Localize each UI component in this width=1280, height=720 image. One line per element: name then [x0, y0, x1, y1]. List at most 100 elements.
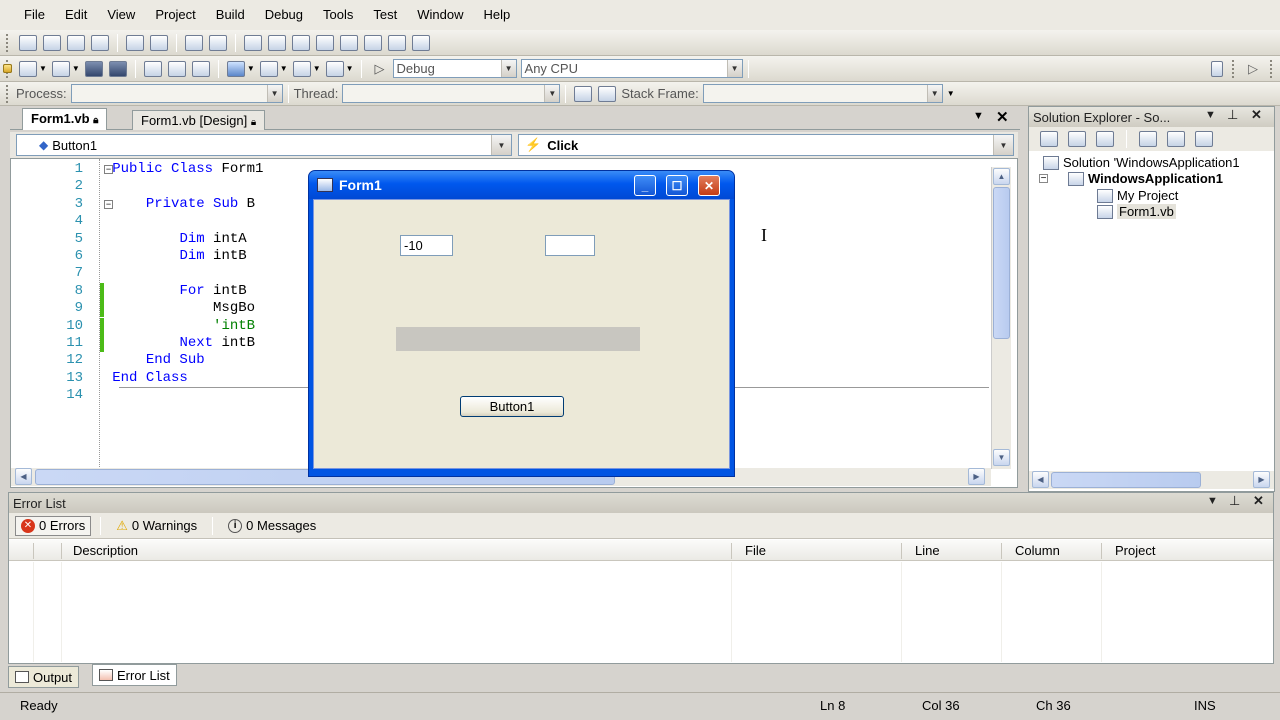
chevron-down-icon[interactable]: ▼: [993, 135, 1013, 155]
toolbar-options-icon[interactable]: [1211, 60, 1223, 77]
stack-frame-select[interactable]: ▼: [702, 84, 943, 103]
chevron-down-icon[interactable]: ▼: [346, 64, 354, 73]
tab-form1-design[interactable]: Form1.vb [Design] 🔒︎: [132, 110, 266, 130]
format-icon[interactable]: [340, 34, 358, 51]
navigate-backward-icon[interactable]: [292, 60, 311, 77]
scroll-left-icon[interactable]: ◀: [15, 468, 32, 485]
scroll-thumb[interactable]: [993, 187, 1010, 339]
find-in-files-icon[interactable]: [3, 64, 12, 73]
chevron-down-icon[interactable]: ▼: [247, 64, 255, 73]
redo-icon[interactable]: [259, 60, 278, 77]
align-lefts-icon[interactable]: [43, 34, 61, 51]
bring-to-front-icon[interactable]: [244, 34, 262, 51]
chevron-down-icon[interactable]: ▼: [266, 85, 282, 102]
tab-form1-vb[interactable]: Form1.vb 🔒︎: [22, 108, 108, 130]
tree-solution[interactable]: Solution 'WindowsApplication1: [1043, 155, 1240, 170]
minimize-icon[interactable]: _: [634, 175, 656, 196]
window-position-icon[interactable]: ▼: [1207, 495, 1218, 507]
column-file[interactable]: File: [745, 543, 766, 558]
toolbar-grip[interactable]: [6, 84, 10, 103]
align-centers-icon[interactable]: [67, 34, 85, 51]
menu-build[interactable]: Build: [206, 0, 255, 30]
toggle-flag-icon[interactable]: [574, 85, 593, 102]
column-project[interactable]: Project: [1115, 543, 1155, 558]
auto-hide-pin-icon[interactable]: ⊥: [1229, 493, 1240, 509]
flag-threads-icon[interactable]: [598, 85, 617, 102]
cut-icon[interactable]: [143, 60, 162, 77]
scroll-right-icon[interactable]: ▶: [968, 468, 985, 485]
auto-hide-pin-icon[interactable]: ⊥: [1227, 107, 1238, 123]
chevron-down-icon[interactable]: ▼: [726, 60, 742, 77]
tree-project[interactable]: − WindowsApplication1: [1039, 171, 1223, 186]
scroll-up-icon[interactable]: ▲: [993, 168, 1010, 185]
scroll-left-icon[interactable]: ◀: [1032, 471, 1049, 488]
chevron-down-icon[interactable]: ▼: [280, 64, 288, 73]
menu-project[interactable]: Project: [145, 0, 205, 30]
toolbar-options-icon[interactable]: ▼: [947, 89, 955, 98]
export-icon[interactable]: [388, 34, 406, 51]
scroll-down-icon[interactable]: ▼: [993, 449, 1010, 466]
button1[interactable]: Button1: [460, 396, 564, 417]
copy-icon[interactable]: [167, 60, 186, 77]
solution-explorer-horizontal-scrollbar[interactable]: ◀ ▶: [1029, 471, 1274, 489]
maximize-icon[interactable]: ☐: [666, 175, 688, 196]
start-debugging-icon[interactable]: ▷: [375, 61, 385, 77]
messages-filter-button[interactable]: i 0 Messages: [222, 516, 322, 536]
process-select[interactable]: ▼: [70, 84, 283, 103]
navigate-forward-icon[interactable]: [325, 60, 344, 77]
chevron-down-icon[interactable]: ▼: [491, 135, 511, 155]
new-project-icon[interactable]: [19, 60, 37, 77]
toolbar-grip[interactable]: [6, 33, 10, 52]
paste-icon[interactable]: [191, 60, 210, 77]
lock-controls-icon[interactable]: [316, 34, 334, 51]
solution-platform-select[interactable]: Any CPU ▼: [520, 59, 743, 78]
save-all-icon[interactable]: [108, 60, 127, 77]
menu-help[interactable]: Help: [473, 0, 520, 30]
textbox-input-1[interactable]: -10: [400, 235, 453, 256]
align-grid-icon[interactable]: [19, 34, 37, 51]
chevron-down-icon[interactable]: ▼: [544, 85, 560, 102]
collapse-icon[interactable]: −: [1039, 174, 1048, 184]
collapse-region-icon[interactable]: −: [104, 165, 113, 174]
class-diagram-icon[interactable]: [1195, 131, 1213, 147]
textbox-input-2[interactable]: [545, 235, 595, 256]
tree-item-form1[interactable]: Form1.vb: [1097, 204, 1176, 219]
menu-file[interactable]: File: [14, 0, 55, 30]
chevron-down-icon[interactable]: ▼: [500, 60, 516, 77]
class-name-select[interactable]: ◆ Button1 ▼: [16, 134, 512, 156]
column-column[interactable]: Column: [1015, 543, 1060, 558]
tab-order-icon[interactable]: [292, 34, 310, 51]
menu-debug[interactable]: Debug: [255, 0, 313, 30]
tab-error-list[interactable]: Error List: [92, 664, 177, 686]
undo-icon[interactable]: [226, 60, 245, 77]
menu-test[interactable]: Test: [363, 0, 407, 30]
column-description[interactable]: Description: [73, 543, 138, 558]
close-icon[interactable]: ✕: [1253, 493, 1264, 509]
properties-icon[interactable]: [1040, 131, 1058, 147]
remove-spacing-icon[interactable]: [209, 34, 227, 51]
decrease-spacing-icon[interactable]: [150, 34, 168, 51]
toolbar-grip[interactable]: [1232, 59, 1236, 78]
toolbar-grip[interactable]: [1270, 59, 1274, 78]
close-icon[interactable]: ✕: [698, 175, 720, 196]
menu-edit[interactable]: Edit: [55, 0, 97, 30]
menu-view[interactable]: View: [97, 0, 145, 30]
vertical-spacing-icon[interactable]: [185, 34, 203, 51]
show-all-files-icon[interactable]: [1068, 131, 1086, 147]
close-icon[interactable]: ✕: [1251, 107, 1262, 123]
view-code-icon[interactable]: [1139, 131, 1157, 147]
form1-window[interactable]: Form1 _ ☐ ✕ -10 Button1: [308, 170, 735, 477]
send-to-back-icon[interactable]: [268, 34, 286, 51]
tab-output[interactable]: Output: [8, 666, 80, 688]
editor-vertical-scrollbar[interactable]: ▲ ▼: [991, 167, 1011, 469]
chevron-down-icon[interactable]: ▼: [72, 64, 80, 73]
chevron-down-icon[interactable]: ▼: [39, 64, 47, 73]
active-files-dropdown-icon[interactable]: ▼: [973, 110, 984, 122]
refresh-icon[interactable]: [1096, 131, 1114, 147]
scroll-thumb[interactable]: [1051, 472, 1201, 488]
chevron-down-icon[interactable]: ▼: [313, 64, 321, 73]
add-item-icon[interactable]: [51, 60, 70, 77]
collapse-region-icon[interactable]: −: [104, 199, 113, 209]
scroll-right-icon[interactable]: ▶: [1253, 471, 1270, 488]
window-position-icon[interactable]: ▼: [1205, 109, 1216, 121]
